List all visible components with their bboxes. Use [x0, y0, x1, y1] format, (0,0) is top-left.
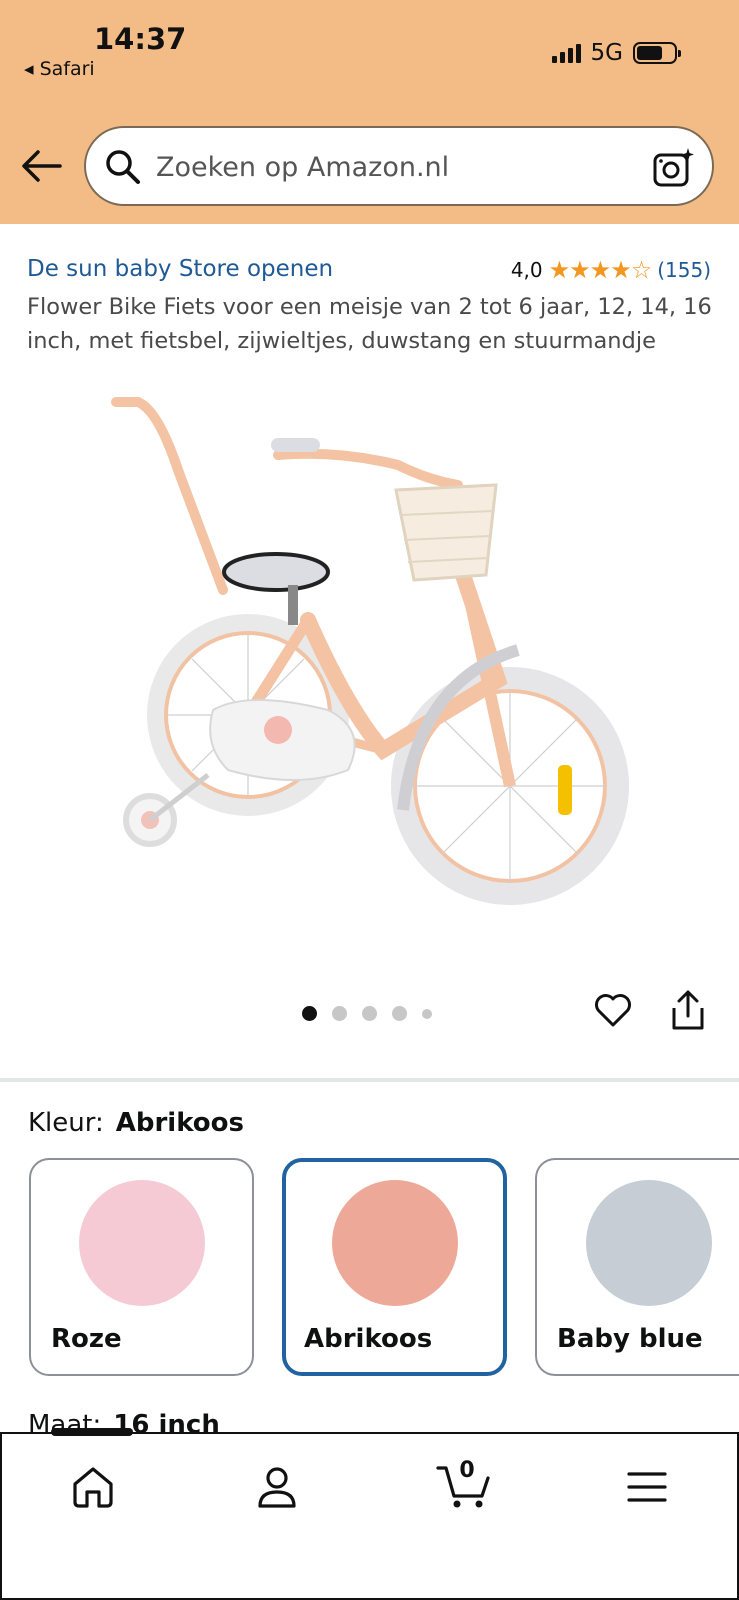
color-swatch-roze[interactable]: Roze: [29, 1158, 254, 1376]
search-icon: [106, 150, 140, 184]
search-input[interactable]: [156, 144, 636, 190]
color-swatch-abrikoos[interactable]: Abrikoos: [282, 1158, 507, 1376]
product-image[interactable]: [98, 390, 638, 930]
section-divider: [0, 1078, 739, 1082]
signal-icon: [551, 43, 581, 63]
color-swatch-label: Baby blue: [557, 1324, 703, 1354]
account-icon[interactable]: [252, 1462, 302, 1512]
color-swatch-label: Abrikoos: [304, 1324, 433, 1354]
product-title: Flower Bike Fiets voor een meisje van 2 …: [27, 294, 712, 354]
network-label: 5G: [590, 40, 623, 66]
search-bar[interactable]: [84, 126, 714, 206]
cart-count: 0: [459, 1458, 475, 1483]
back-to-app-link[interactable]: ◂ Safari: [24, 58, 95, 80]
home-icon[interactable]: [68, 1462, 118, 1512]
rating[interactable]: 4,0 ★★★★☆ (155): [511, 256, 711, 284]
heart-icon[interactable]: [593, 990, 633, 1030]
color-swatch-baby-blue[interactable]: Baby blue: [535, 1158, 739, 1376]
carousel-dot-1[interactable]: [302, 1006, 317, 1021]
rating-value: 4,0: [510, 258, 543, 282]
rating-count-link[interactable]: (155): [657, 258, 711, 282]
carousel-dot-2[interactable]: [332, 1006, 347, 1021]
battery-icon: [633, 42, 681, 64]
color-swatch-label: Roze: [51, 1324, 122, 1354]
store-link[interactable]: De sun baby Store openen: [27, 256, 333, 282]
share-icon[interactable]: [668, 988, 708, 1032]
image-carousel-dots[interactable]: [302, 1006, 432, 1021]
color-circle: [331, 1180, 458, 1306]
header: 14:37 ◂ Safari 5G: [0, 0, 739, 224]
camera-search-icon[interactable]: [652, 146, 696, 190]
back-arrow-icon[interactable]: [20, 148, 64, 184]
active-tab-indicator: [51, 1428, 133, 1436]
menu-icon[interactable]: [622, 1462, 672, 1512]
star-rating-icon: ★★★★☆: [548, 256, 653, 284]
carousel-dot-5[interactable]: [422, 1008, 432, 1019]
bottom-tab-bar: [0, 1432, 739, 1600]
status-time: 14:37: [94, 22, 187, 56]
color-circle: [586, 1180, 712, 1306]
carousel-dot-4[interactable]: [392, 1006, 407, 1021]
color-selected-value: Abrikoos: [115, 1108, 245, 1138]
color-circle: [78, 1180, 205, 1306]
color-heading: Kleur: Abrikoos: [28, 1108, 244, 1138]
color-label: Kleur:: [28, 1108, 104, 1138]
carousel-dot-3[interactable]: [362, 1006, 377, 1021]
status-indicators: 5G: [551, 40, 681, 66]
